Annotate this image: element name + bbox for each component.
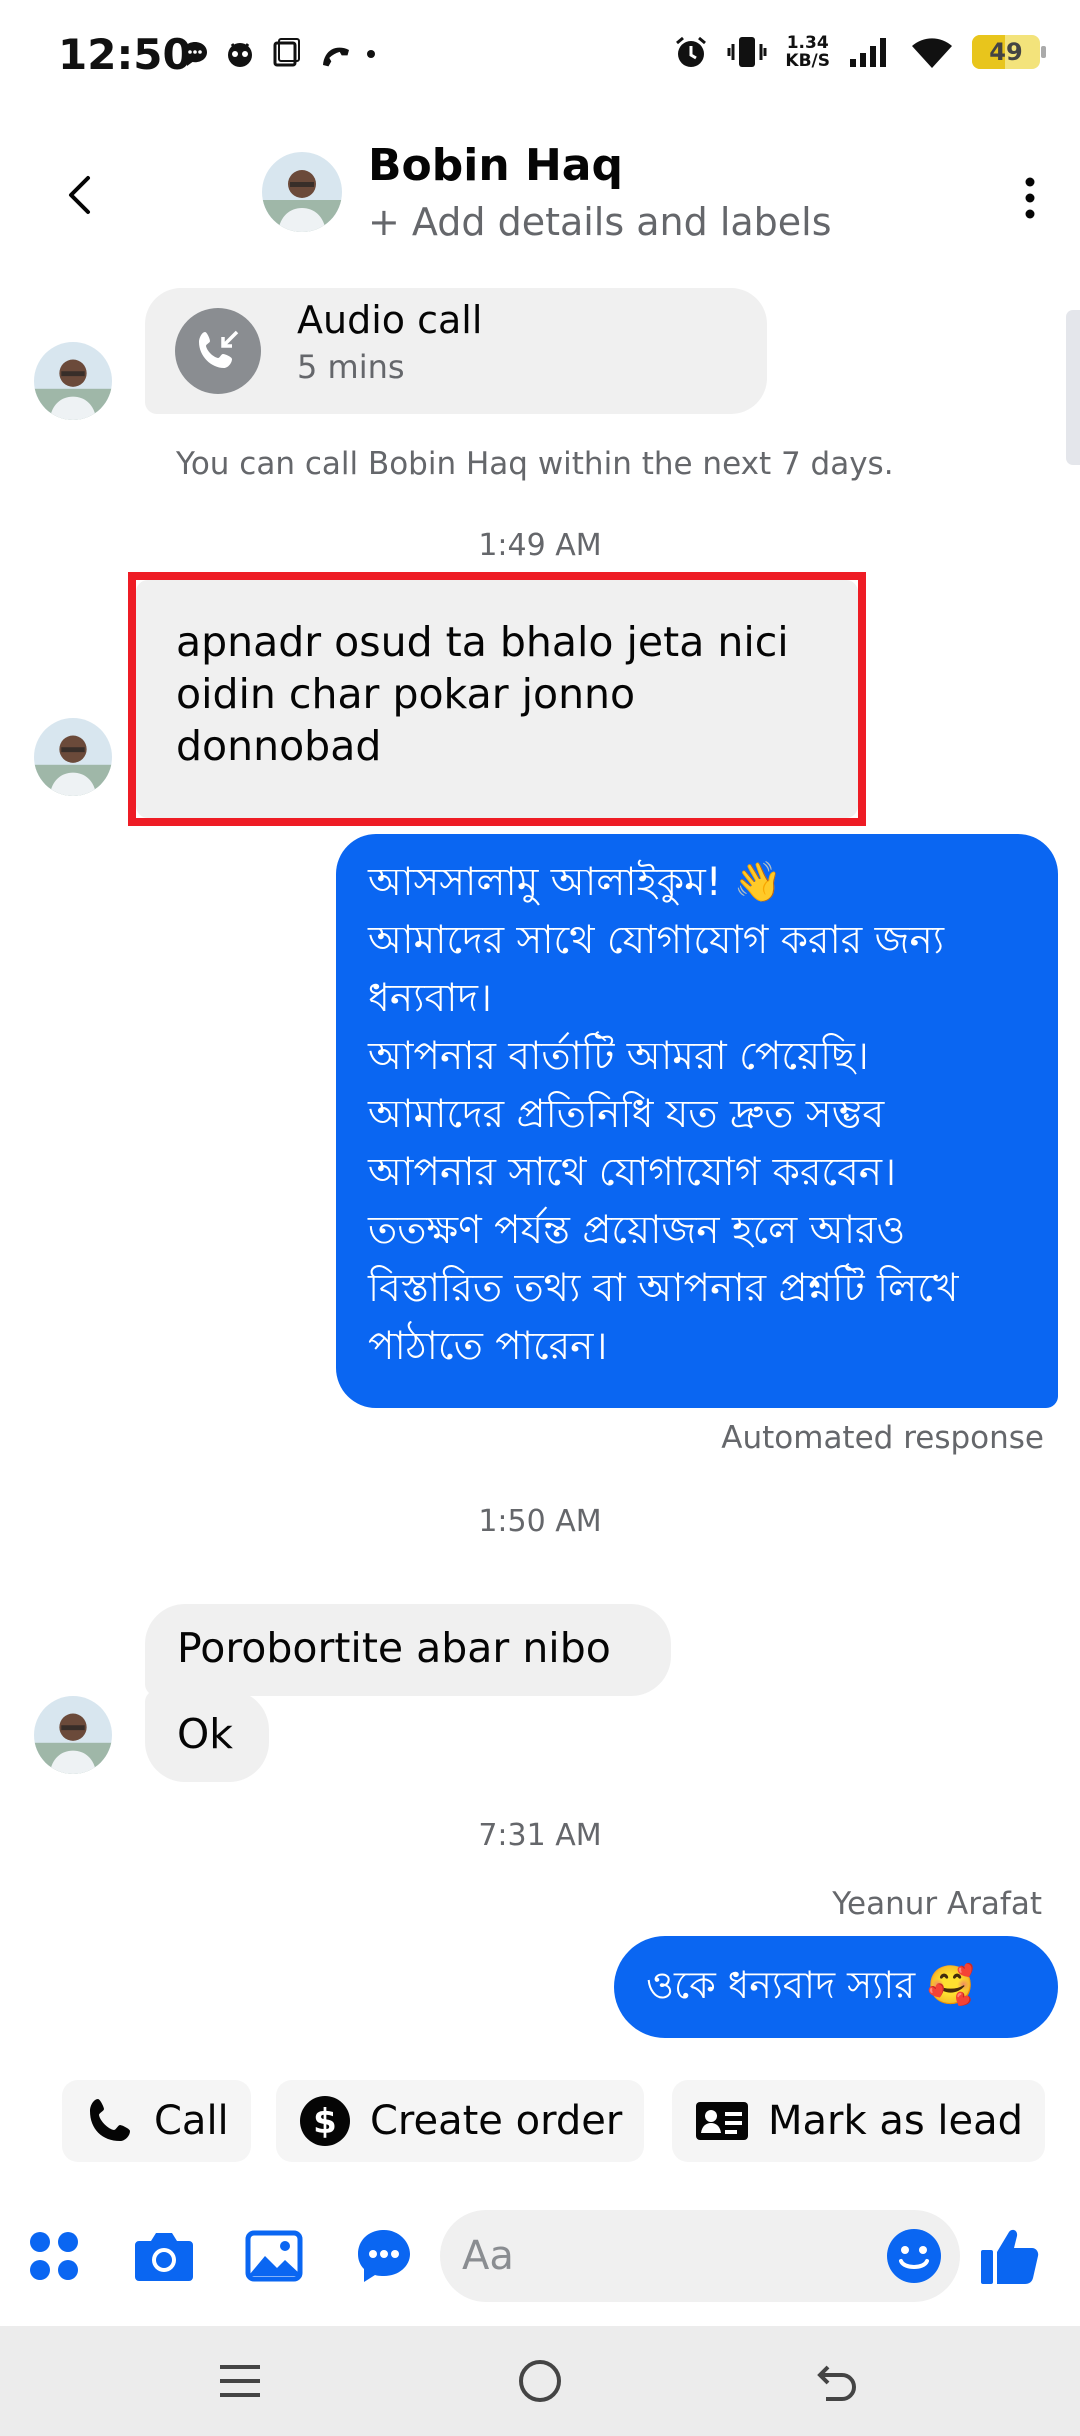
wifi-icon (912, 38, 952, 68)
status-time: 12:50 (58, 30, 192, 79)
camera-button[interactable] (128, 2220, 200, 2292)
message-line: ততক্ষণ পর্যন্ত প্রয়োজন হলে আরও (368, 1208, 906, 1253)
timestamp: 7:31 AM (478, 1818, 602, 1853)
four-dots-icon (30, 2232, 78, 2280)
message-composer (0, 2210, 1080, 2302)
app-notification-icon (228, 43, 252, 67)
recents-button[interactable] (210, 2351, 270, 2411)
message-line: বিস্তারিত তথ্য বা আপনার প্রশ্নটি লিখে (368, 1266, 959, 1311)
emoji-button[interactable] (878, 2220, 950, 2292)
signal-icon (850, 38, 886, 67)
create-order-button[interactable]: $ Create order (276, 2080, 645, 2162)
avatar[interactable] (34, 718, 112, 796)
vibrate-icon (727, 37, 767, 67)
like-button[interactable] (974, 2220, 1046, 2292)
create-order-label: Create order (370, 2098, 623, 2144)
person-photo-icon (34, 342, 112, 420)
back-button[interactable] (56, 170, 106, 220)
timestamp: 1:49 AM (478, 528, 602, 563)
camera-icon (135, 2233, 193, 2281)
call-action-label: Call (154, 2098, 229, 2144)
mark-as-lead-label: Mark as lead (768, 2098, 1024, 2144)
message-line: আমাদের প্রতিনিধি যত দ্রুত সম্ভব (368, 1092, 885, 1137)
quick-actions-bar: Call $ Create order Mark as lead (0, 2080, 1080, 2162)
contact-card-icon (696, 2102, 748, 2140)
status-bar: 12:50 1.34 KB/S 49 (0, 0, 1080, 110)
audio-call-card[interactable]: Audio call 5 mins (145, 288, 767, 414)
automated-response-label: Automated response (721, 1420, 1044, 1456)
chat-extras-button[interactable] (348, 2220, 420, 2292)
person-photo-icon (34, 718, 112, 796)
message-line: ওকে ধন্যবাদ স্যার 🥰 (646, 1963, 975, 2007)
avatar[interactable] (34, 342, 112, 420)
call-icon-circle (175, 308, 261, 394)
message-line: Ok (177, 1710, 234, 1758)
incoming-call-icon (199, 330, 239, 368)
person-photo-icon (262, 152, 342, 232)
system-icons: 1.34 KB/S 49 (673, 33, 1046, 71)
call-action-button[interactable]: Call (62, 2080, 251, 2162)
message-line: আমাদের সাথে যোগাযোগ করার জন্য (368, 918, 945, 963)
message-line: আপনার সাথে যোগাযোগ করবেন। (368, 1150, 897, 1195)
call-duration: 5 mins (297, 348, 405, 386)
home-button[interactable] (510, 2351, 570, 2411)
add-details-link[interactable]: + Add details and labels (368, 200, 832, 244)
thumbs-up-icon (981, 2229, 1039, 2284)
phone-icon (90, 2099, 130, 2141)
contact-avatar[interactable] (262, 152, 342, 232)
message-line: Porobortite abar nibo (177, 1624, 611, 1672)
menu-lines-icon (220, 2365, 260, 2397)
highlight-box (128, 572, 866, 826)
chevron-left-icon (69, 176, 90, 214)
message-line: আপনার বার্তাটি আমরা পেয়েছি। (368, 1034, 869, 1079)
message-line: পাঠাতে পারেন। (368, 1324, 608, 1369)
incoming-message[interactable]: Porobortite abar nibo (145, 1604, 671, 1696)
dollar-circle-icon: $ (300, 2096, 350, 2146)
gallery-button[interactable] (238, 2220, 310, 2292)
back-nav-button[interactable] (808, 2351, 868, 2411)
more-options-button[interactable] (1010, 168, 1050, 228)
alarm-icon (676, 36, 707, 67)
smiley-icon (887, 2229, 941, 2283)
message-line: ধন্যবাদ। (368, 976, 492, 1021)
conversation-header: Bobin Haq + Add details and labels (0, 130, 1080, 260)
outgoing-message[interactable]: ওকে ধন্যবাদ স্যার 🥰 (614, 1936, 1058, 2038)
scrollbar-thumb[interactable] (1066, 310, 1080, 465)
dot-icon (367, 50, 375, 58)
missed-call-icon (323, 47, 349, 67)
incoming-message[interactable]: Ok (145, 1690, 269, 1782)
mark-as-lead-button[interactable]: Mark as lead (672, 2080, 1046, 2162)
screen-icon (273, 38, 300, 67)
battery-indicator: 49 (972, 35, 1046, 69)
menu-button[interactable] (18, 2220, 90, 2292)
person-photo-icon (34, 1696, 112, 1774)
system-nav-bar (0, 2326, 1080, 2436)
message-line: আসসালামু আলাইকুম! 👋 (368, 860, 783, 905)
timestamp: 1:50 AM (478, 1504, 602, 1539)
call-title: Audio call (297, 298, 483, 342)
avatar[interactable] (34, 1696, 112, 1774)
network-speed: 1.34 KB/S (785, 33, 830, 71)
chat-bubble-dots-icon (358, 2230, 410, 2282)
notification-icons (180, 38, 376, 70)
more-vertical-icon (1025, 177, 1035, 219)
image-icon (245, 2230, 303, 2282)
chat-bubble-icon (183, 42, 207, 66)
outgoing-message[interactable]: আসসালামু আলাইকুম! 👋 আমাদের সাথে যোগাযোগ … (336, 834, 1058, 1408)
contact-name[interactable]: Bobin Haq (368, 140, 623, 191)
call-availability-note: You can call Bobin Haq within the next 7… (176, 446, 894, 482)
home-circle-icon (519, 2360, 561, 2402)
sender-name: Yeanur Arafat (832, 1886, 1042, 1922)
svg-text:$: $ (313, 2102, 337, 2142)
back-arrow-icon (817, 2365, 856, 2401)
